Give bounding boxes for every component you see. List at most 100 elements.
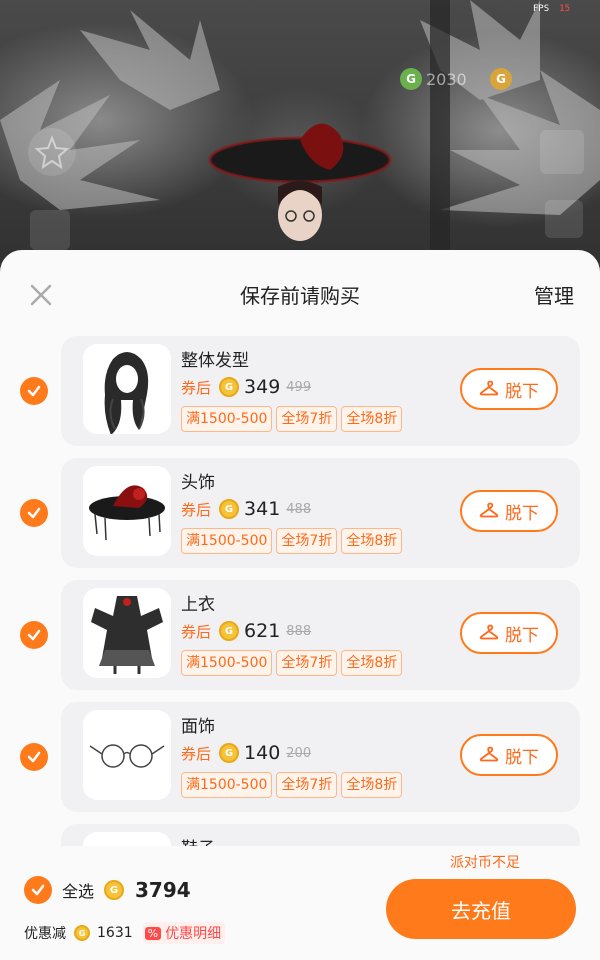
item-price: 140 <box>244 742 281 764</box>
discount-label: 优惠减 <box>24 926 66 942</box>
hanger-icon <box>479 624 499 640</box>
item-original-price: 499 <box>286 379 312 395</box>
star-menu-icon[interactable] <box>28 128 76 176</box>
cart-item-card[interactable]: 鞋子 <box>61 824 580 846</box>
recharge-button[interactable]: 去充值 <box>386 879 576 939</box>
hanger-icon <box>479 380 499 396</box>
promo-tag: 全场8折 <box>341 528 403 554</box>
item-thumbnail <box>83 466 171 556</box>
promo-tags: 满1500-500 全场7折 全场8折 <box>181 406 403 432</box>
coin-icon: G <box>219 743 240 763</box>
fps-value: 15 <box>559 4 570 14</box>
coin-icon: G <box>219 621 240 641</box>
checkmark-icon <box>27 751 41 763</box>
gold-coin-icon: G <box>490 68 512 90</box>
item-price-line: 券后 G 140 200 <box>181 742 311 764</box>
select-all-checkbox[interactable] <box>24 876 52 904</box>
promo-tag: 全场7折 <box>276 650 338 676</box>
take-off-button[interactable]: 脱下 <box>460 734 558 776</box>
cart-item-card[interactable]: 整体发型 券后 G 349 499 满1500-500 全场7折 全场8折 脱下 <box>61 336 580 446</box>
green-currency-amount: 2030 <box>426 69 467 89</box>
cart-item-row: 整体发型 券后 G 349 499 满1500-500 全场7折 全场8折 脱下 <box>0 336 600 446</box>
green-coin-icon: G <box>400 68 422 90</box>
promo-tag: 满1500-500 <box>181 650 273 676</box>
item-thumbnail <box>83 832 171 846</box>
coin-icon: G <box>219 499 240 519</box>
discount-detail-label: 优惠明细 <box>165 926 222 942</box>
hanger-icon <box>479 502 499 518</box>
checkout-footer: 派对币不足 全选 G 3794 优惠减 G 1631 % 优惠明细 去充值 <box>0 846 600 960</box>
item-price-line: 券后 G 349 499 <box>181 376 311 398</box>
promo-tag: 满1500-500 <box>181 772 273 798</box>
item-thumbnail <box>83 710 171 800</box>
green-currency-chip[interactable]: G 2030 <box>400 68 467 90</box>
manage-button[interactable]: 管理 <box>534 280 574 309</box>
discount-amount: 1631 <box>97 925 133 941</box>
cart-item-row: 头饰券后 G 341 488 满1500-500 全场7折 全场8折 脱下 <box>0 458 600 568</box>
promo-tag: 全场8折 <box>341 772 403 798</box>
take-off-button[interactable]: 脱下 <box>460 368 558 410</box>
purchase-sheet: 保存前请购买 管理 整体发型 券后 G 349 499 满1500-500 全场7折 全场8折… <box>0 250 600 960</box>
take-off-label: 脱下 <box>505 747 539 768</box>
item-original-price: 488 <box>286 501 312 517</box>
sheet-header: 保存前请购买 管理 <box>0 250 600 336</box>
take-off-button[interactable]: 脱下 <box>460 612 558 654</box>
promo-tag: 全场7折 <box>276 772 338 798</box>
coupon-label: 券后 <box>181 378 212 397</box>
item-price-line: 券后 G 341 488 <box>181 498 311 520</box>
checkmark-icon <box>27 629 41 641</box>
cart-item-card[interactable]: 上衣券后 G 621 888 满1500-500 全场7折 全场8折 脱下 <box>61 580 580 690</box>
promo-tag: 满1500-500 <box>181 406 273 432</box>
insufficient-balance-text: 派对币不足 <box>450 855 520 871</box>
cart-item-card[interactable]: 头饰券后 G 341 488 满1500-500 全场7折 全场8折 脱下 <box>61 458 580 568</box>
bag-menu-icon[interactable] <box>545 200 583 238</box>
item-name: 整体发型 <box>181 351 249 371</box>
camera-menu-icon[interactable] <box>540 130 584 174</box>
item-checkbox[interactable] <box>20 377 48 405</box>
promo-tag: 全场8折 <box>341 406 403 432</box>
item-price-line: 券后 G 621 888 <box>181 620 311 642</box>
item-price: 621 <box>244 620 281 642</box>
promo-tags: 满1500-500 全场7折 全场8折 <box>181 772 403 798</box>
cart-item-card[interactable]: 面饰券后 G 140 200 满1500-500 全场7折 全场8折 脱下 <box>61 702 580 812</box>
item-name: 鞋子 <box>181 834 215 846</box>
fps-label: FPS <box>532 4 550 14</box>
cart-item-row: 上衣券后 G 621 888 满1500-500 全场7折 全场8折 脱下 <box>0 580 600 690</box>
take-off-label: 脱下 <box>505 503 539 524</box>
discount-detail-link[interactable]: % 优惠明细 <box>142 922 226 944</box>
coupon-label: 券后 <box>181 500 212 519</box>
promo-tag: 满1500-500 <box>181 528 273 554</box>
promo-tag: 全场7折 <box>276 528 338 554</box>
item-thumbnail <box>83 588 171 678</box>
percent-icon: % <box>144 926 162 940</box>
cart-item-list[interactable]: 整体发型 券后 G 349 499 满1500-500 全场7折 全场8折 脱下 头饰 券后 G 341… <box>0 336 600 846</box>
item-price: 341 <box>244 498 281 520</box>
item-checkbox[interactable] <box>20 743 48 771</box>
coin-icon: G <box>104 880 125 900</box>
take-off-button[interactable]: 脱下 <box>460 490 558 532</box>
promo-tag: 全场8折 <box>341 650 403 676</box>
gift-menu-icon[interactable] <box>30 210 70 250</box>
take-off-label: 脱下 <box>505 625 539 646</box>
item-original-price: 200 <box>286 745 312 761</box>
coin-icon: G <box>219 377 240 397</box>
coupon-label: 券后 <box>181 622 212 641</box>
coupon-label: 券后 <box>181 744 212 763</box>
sheet-title: 保存前请购买 <box>240 284 360 308</box>
select-all-control[interactable]: 全选 G 3794 <box>24 876 191 904</box>
take-off-label: 脱下 <box>505 381 539 402</box>
coin-icon: G <box>74 925 90 941</box>
item-checkbox[interactable] <box>20 499 48 527</box>
select-all-label: 全选 <box>62 882 95 901</box>
item-checkbox[interactable] <box>20 621 48 649</box>
cart-item-row: 面饰券后 G 140 200 满1500-500 全场7折 全场8折 脱下 <box>0 702 600 812</box>
hanger-icon <box>479 746 499 762</box>
item-original-price: 888 <box>286 623 312 639</box>
item-name: 头饰 <box>181 473 215 493</box>
item-name: 上衣 <box>181 595 215 615</box>
checkmark-icon <box>27 385 41 397</box>
item-name: 面饰 <box>181 717 215 737</box>
checkmark-icon <box>27 507 41 519</box>
checkmark-icon <box>31 884 45 896</box>
gold-currency-chip[interactable]: G <box>490 68 516 90</box>
